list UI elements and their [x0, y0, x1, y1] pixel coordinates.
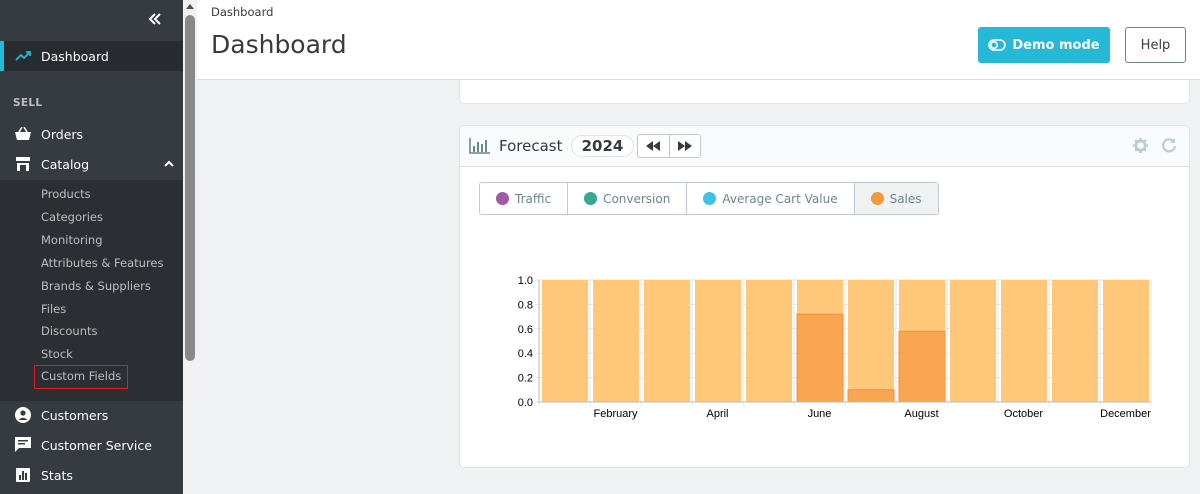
demo-mode-button[interactable]: Demo mode	[978, 27, 1110, 63]
tab-average-cart-value[interactable]: Average Cart Value	[686, 183, 853, 214]
dashboard-panel-above	[459, 80, 1190, 104]
x-tick-label: April	[706, 408, 728, 420]
x-tick-label: February	[593, 408, 638, 420]
sidebar-subitem-categories[interactable]: Categories	[41, 208, 103, 226]
backward-icon	[646, 141, 661, 151]
refresh-icon[interactable]	[1161, 137, 1177, 153]
chevron-up-icon[interactable]	[163, 158, 175, 170]
page-title: Dashboard	[211, 30, 347, 59]
demo-mode-label: Demo mode	[1012, 37, 1100, 53]
bar-september	[950, 280, 996, 402]
sidebar-item-orders[interactable]: Orders	[0, 119, 183, 149]
sidebar-subitem-discounts[interactable]: Discounts	[41, 322, 97, 340]
sidebar-item-label: Customers	[41, 407, 109, 423]
y-tick-label: 0.0	[518, 397, 533, 409]
sidebar-item-label: Customer Service	[41, 437, 152, 453]
bar-october	[1001, 280, 1047, 402]
sidebar-subitem-attributes[interactable]: Attributes & Features	[41, 254, 164, 272]
scrollbar-thumb[interactable]	[185, 15, 195, 361]
bar-chart-icon	[469, 138, 490, 154]
sidebar-item-dashboard[interactable]: Dashboard	[0, 41, 183, 71]
bar-january	[542, 280, 588, 402]
help-button[interactable]: Help	[1125, 27, 1186, 63]
year-badge: 2024	[571, 135, 634, 157]
bar-august-overlay	[898, 330, 946, 403]
sidebar-item-catalog[interactable]: Catalog	[0, 149, 183, 179]
next-year-button[interactable]	[668, 135, 700, 157]
sidebar-item-customers[interactable]: Customers	[0, 400, 183, 430]
tab-label: Conversion	[603, 191, 671, 206]
metric-tabs: Traffic Conversion Average Cart Value Sa…	[479, 182, 939, 215]
tab-label: Sales	[889, 191, 922, 206]
bar-july-overlay	[847, 389, 895, 403]
previous-year-button[interactable]	[638, 135, 669, 157]
traffic-dot	[496, 192, 509, 205]
sidebar-subitem-monitoring[interactable]: Monitoring	[41, 231, 103, 249]
sidebar-item-label: Catalog	[41, 156, 90, 172]
scroll-up-arrow-icon[interactable]	[186, 4, 194, 9]
tab-traffic[interactable]: Traffic	[480, 183, 567, 214]
chat-icon	[14, 436, 32, 454]
gear-icon[interactable]	[1133, 138, 1148, 153]
average-cart-value-dot	[703, 192, 717, 205]
y-tick-label: 0.8	[518, 299, 533, 311]
sidebar-item-label: Dashboard	[41, 48, 109, 64]
sidebar-section-sell: SELL	[13, 97, 43, 109]
y-tick-label: 1.0	[518, 275, 533, 287]
bar-june-overlay	[796, 313, 844, 403]
trending-up-icon	[14, 47, 32, 65]
tab-label: Traffic	[515, 191, 552, 206]
tab-sales[interactable]: Sales	[853, 183, 938, 214]
bar-april	[695, 280, 741, 402]
sidebar-item-label: Stats	[41, 467, 73, 483]
conversion-dot	[584, 192, 598, 205]
year-navigation	[637, 134, 701, 158]
tab-conversion[interactable]: Conversion	[567, 183, 686, 214]
sales-dot	[870, 192, 884, 205]
forecast-panel-header: Forecast 2024	[460, 126, 1189, 167]
store-icon	[14, 155, 32, 173]
y-tick-label: 0.2	[518, 373, 533, 385]
user-circle-icon	[14, 406, 32, 424]
tab-label: Average Cart Value	[722, 191, 838, 206]
y-tick-label: 0.6	[518, 324, 533, 336]
basket-icon	[14, 125, 32, 143]
sidebar-item-stats[interactable]: Stats	[0, 460, 183, 490]
y-tick-label: 0.4	[518, 348, 533, 360]
bar-chart-icon	[14, 466, 32, 484]
bar-february	[593, 280, 639, 402]
sidebar-subitem-files[interactable]: Files	[41, 300, 66, 318]
forecast-panel: Forecast 2024 Traffic Conversion Average…	[459, 125, 1190, 468]
bar-may	[746, 280, 792, 402]
bar-july	[848, 280, 894, 402]
x-tick-label: December	[1100, 408, 1151, 420]
sidebar: Dashboard SELL Orders Catalog Products C…	[0, 0, 197, 494]
double-chevron-left-icon[interactable]	[148, 10, 166, 30]
bar-december	[1103, 280, 1149, 402]
x-tick-label: October	[1004, 408, 1043, 420]
breadcrumb[interactable]: Dashboard	[211, 5, 273, 19]
sidebar-subitem-brands[interactable]: Brands & Suppliers	[41, 277, 151, 295]
toggle-icon	[988, 39, 1007, 51]
x-tick-label: August	[904, 408, 938, 420]
sidebar-subitem-products[interactable]: Products	[41, 185, 91, 203]
forward-icon	[677, 141, 692, 151]
sidebar-subitem-custom-fields[interactable]: Custom Fields	[34, 365, 129, 389]
sidebar-item-customer-service[interactable]: Customer Service	[0, 430, 183, 460]
sales-forecast-chart: 0.0 0.2 0.4 0.6 0.8 1.0 February April June Augus…	[518, 275, 1152, 420]
sidebar-subitem-stock[interactable]: Stock	[41, 345, 73, 363]
catalog-submenu: Products Categories Monitoring Attribute…	[0, 180, 183, 401]
sidebar-item-label: Orders	[41, 126, 84, 142]
x-tick-label: June	[808, 408, 832, 420]
forecast-title: Forecast	[499, 137, 563, 155]
bar-november	[1052, 280, 1098, 402]
page-header: Dashboard Dashboard Demo mode Help	[197, 0, 1200, 80]
bar-march	[644, 280, 690, 402]
